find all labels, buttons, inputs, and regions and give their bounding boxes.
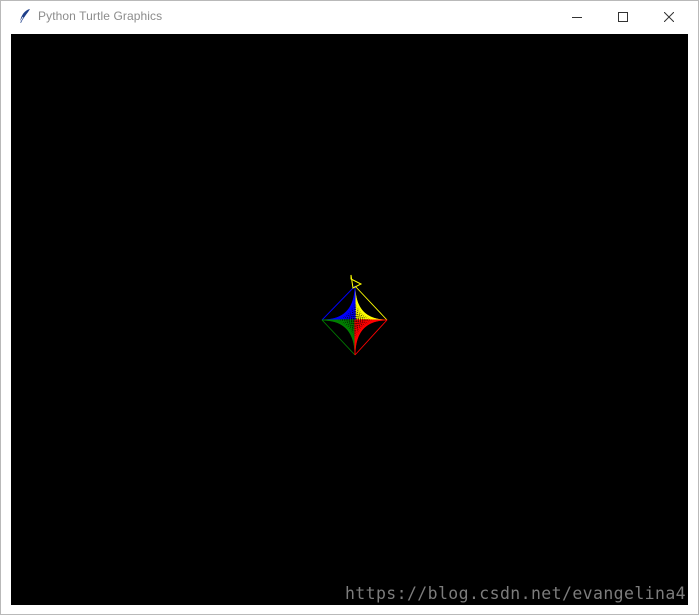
close-icon xyxy=(664,11,674,22)
maximize-button[interactable] xyxy=(600,1,646,32)
title-bar[interactable]: Python Turtle Graphics xyxy=(1,1,698,32)
maximize-icon xyxy=(618,11,628,22)
pen-quadrant-3 xyxy=(321,319,356,356)
pen-quadrant-1 xyxy=(354,285,388,321)
pen-edge xyxy=(354,319,388,356)
turtle-drawing xyxy=(321,274,388,356)
turtle-canvas[interactable]: https://blog.csdn.net/evangelina4 xyxy=(11,34,688,605)
feather-icon xyxy=(18,8,32,24)
turtle-cursor-icon xyxy=(350,274,363,289)
close-button[interactable] xyxy=(646,1,692,32)
pen-edge xyxy=(354,285,388,321)
pen-quadrant-2 xyxy=(321,285,356,321)
watermark: https://blog.csdn.net/evangelina4 xyxy=(344,584,686,603)
pen-quadrant-4 xyxy=(354,319,388,356)
minimize-button[interactable] xyxy=(554,1,600,32)
pen-edge xyxy=(321,319,356,356)
window-title: Python Turtle Graphics xyxy=(38,9,163,23)
pen-edge xyxy=(321,285,356,321)
minimize-icon xyxy=(572,16,582,18)
turtle-window: Python Turtle Graphics https://blog.csdn… xyxy=(0,0,699,615)
